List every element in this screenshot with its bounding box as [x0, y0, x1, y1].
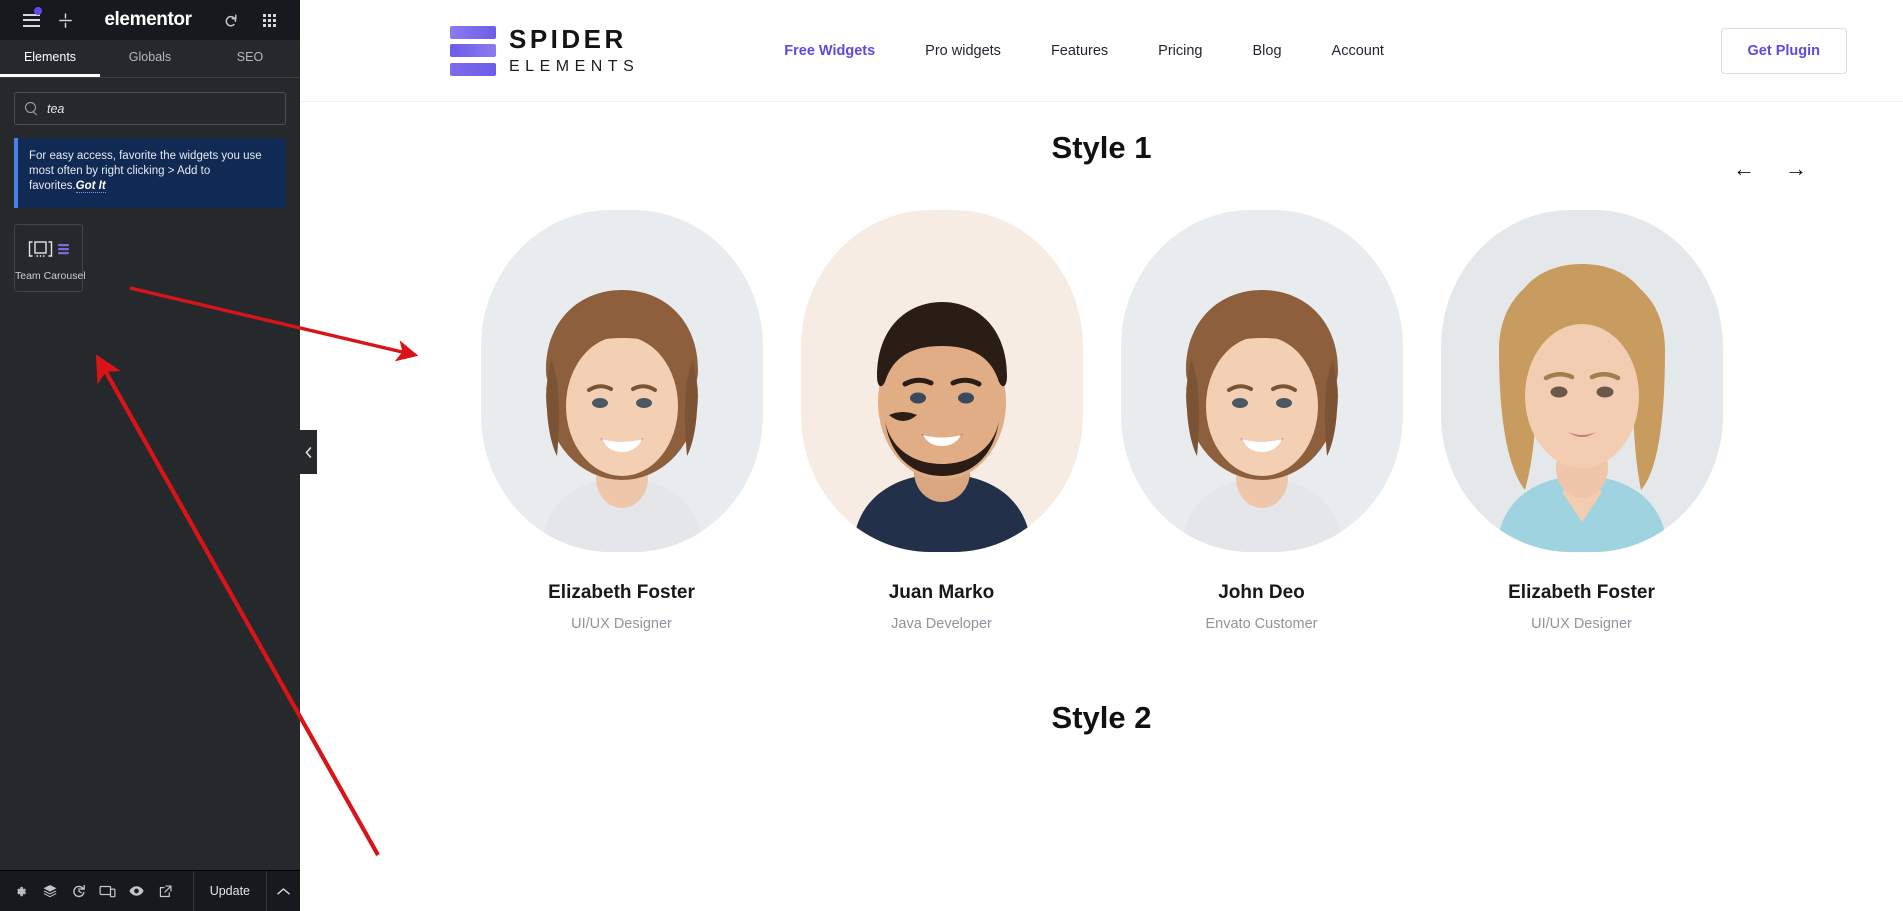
team-member-name: Juan Marko [888, 582, 995, 603]
tab-elements[interactable]: Elements [0, 40, 100, 77]
got-it-button[interactable]: Got It [75, 180, 106, 194]
carousel-next-arrow-icon[interactable]: → [1785, 158, 1807, 180]
nav-item-features[interactable]: Features [1026, 43, 1133, 59]
notice-text: For easy access, favorite the widgets yo… [29, 150, 262, 193]
carousel-prev-arrow-icon[interactable]: ← [1733, 158, 1755, 180]
add-element-icon[interactable] [48, 0, 82, 40]
elementor-editor: elementor Elements Globals SEO tea For e… [0, 0, 1903, 911]
team-member-photo [480, 210, 763, 552]
site-header: SPIDER ELEMENTS Free Widgets Pro widgets… [300, 0, 1903, 102]
team-member-role: UI/UX Designer [1531, 616, 1632, 632]
panel-tabs: Elements Globals SEO [0, 40, 300, 78]
responsive-mode-icon[interactable] [93, 871, 122, 911]
panel-header: elementor [0, 0, 300, 40]
style-1-title: Style 1 [1051, 130, 1152, 165]
app-title: elementor [104, 9, 192, 30]
spider-logo-mark-icon [450, 25, 496, 76]
nav-item-account[interactable]: Account [1307, 43, 1409, 59]
panel-body: For easy access, favorite the widgets yo… [0, 78, 300, 870]
widget-results-grid: Team Carousel [14, 223, 286, 292]
team-member-role: UI/UX Designer [571, 616, 672, 632]
panel-footer: Update [0, 870, 300, 911]
site-logo[interactable]: SPIDER ELEMENTS [450, 24, 640, 76]
carousel-arrows: ← → [1733, 158, 1807, 180]
team-member-name: John Deo [1218, 582, 1305, 603]
style-1-section: Style 1 ← → Elizabeth Foster UI/UX Desig… [300, 130, 1903, 632]
search-input[interactable] [47, 101, 275, 116]
external-link-icon[interactable] [151, 871, 180, 911]
nav-item-blog[interactable]: Blog [1228, 43, 1307, 59]
team-member-card[interactable]: John Deo Envato Customer [1120, 210, 1403, 632]
update-button[interactable]: Update [192, 870, 266, 911]
favorites-notice: For easy access, favorite the widgets yo… [14, 138, 286, 208]
logo-text-line1: SPIDER [509, 24, 627, 54]
team-carousel-icon [28, 238, 70, 262]
elementor-panel: elementor Elements Globals SEO tea For e… [0, 0, 300, 911]
site-nav: Free Widgets Pro widgets Features Pricin… [759, 43, 1409, 59]
team-member-name: Elizabeth Foster [1508, 582, 1655, 603]
style-2-title: Style 2 [1051, 700, 1152, 735]
panel-collapse-handle[interactable] [300, 430, 317, 474]
notification-dot [34, 7, 42, 15]
settings-gear-icon[interactable] [6, 871, 35, 911]
team-member-photo [800, 210, 1083, 552]
apps-grid-icon[interactable] [252, 0, 286, 40]
widget-card-label: Team Carousel [15, 269, 86, 282]
nav-item-pro-widgets[interactable]: Pro widgets [900, 43, 1026, 59]
team-member-card[interactable]: Juan Marko Java Developer [800, 210, 1083, 632]
undo-icon[interactable] [214, 0, 248, 40]
team-member-role: Envato Customer [1205, 616, 1318, 632]
team-member-photo [1440, 210, 1723, 552]
navigator-layers-icon[interactable] [35, 871, 64, 911]
nav-item-pricing[interactable]: Pricing [1133, 43, 1227, 59]
search-icon [25, 102, 38, 115]
chevron-up-icon[interactable] [266, 870, 300, 911]
hamburger-menu-icon[interactable] [14, 0, 48, 40]
team-member-card[interactable]: Elizabeth Foster UI/UX Designer [1440, 210, 1723, 632]
widget-card-team-carousel[interactable]: Team Carousel [14, 223, 86, 292]
tab-globals[interactable]: Globals [100, 40, 200, 77]
history-clock-icon[interactable] [64, 871, 93, 911]
team-carousel-row: Elizabeth Foster UI/UX Designer Juan Mar… [300, 210, 1903, 632]
team-member-photo [1120, 210, 1403, 552]
team-member-name: Elizabeth Foster [548, 582, 695, 603]
site-preview-canvas: SPIDER ELEMENTS Free Widgets Pro widgets… [300, 0, 1903, 911]
search-box[interactable] [14, 92, 286, 125]
logo-text-line2: ELEMENTS [509, 58, 640, 75]
preview-eye-icon[interactable] [122, 871, 151, 911]
team-member-card[interactable]: Elizabeth Foster UI/UX Designer [480, 210, 763, 632]
team-member-role: Java Developer [891, 616, 992, 632]
get-plugin-button[interactable]: Get Plugin [1720, 27, 1847, 74]
nav-item-free-widgets[interactable]: Free Widgets [759, 43, 900, 59]
tab-seo[interactable]: SEO [200, 40, 300, 77]
